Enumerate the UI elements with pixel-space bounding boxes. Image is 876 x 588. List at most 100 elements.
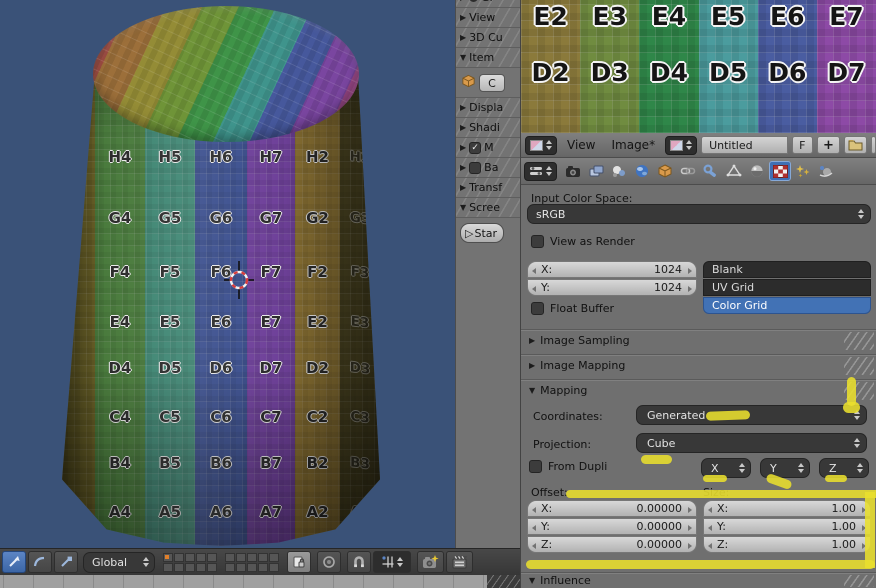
start-capture-button[interactable]: ▷Star [460, 223, 504, 243]
sidebar-item-transf[interactable]: ▶Transf [456, 178, 520, 198]
sidebar-item-3d-cu[interactable]: ▶3D Cu [456, 28, 520, 48]
region-resize-grip[interactable] [487, 575, 520, 588]
view-as-render-checkbox[interactable] [531, 235, 544, 248]
snap-toggle-button[interactable] [347, 551, 371, 573]
offset-field[interactable]: X:0.00000 [527, 500, 697, 517]
layer-cell[interactable] [236, 553, 246, 562]
layer-cell[interactable] [269, 563, 279, 572]
sidebar-item-gr[interactable]: ▶Gr [456, 0, 520, 8]
snap-element-dropdown[interactable] [373, 551, 411, 573]
tab-modifiers[interactable] [700, 161, 722, 181]
tab-constraints[interactable] [677, 161, 699, 181]
tab-render[interactable] [562, 161, 584, 181]
layer-cell[interactable] [247, 553, 257, 562]
layer-cell[interactable] [185, 563, 195, 572]
image-size-field[interactable]: X:1024 [527, 261, 697, 278]
size-field[interactable]: X:1.00 [703, 500, 871, 517]
layers-group-2[interactable] [225, 553, 279, 572]
panel-image-mapping[interactable]: ▶ Image Mapping [521, 354, 876, 376]
sidebar-item-ba[interactable]: ▶Ba [456, 158, 520, 178]
panel-image-sampling[interactable]: ▶ Image Sampling [521, 329, 876, 351]
proportional-edit-button[interactable] [317, 551, 341, 573]
open-image-button[interactable] [844, 136, 867, 154]
coordinates-dropdown[interactable]: Generated [636, 405, 867, 425]
layer-cell[interactable] [196, 553, 206, 562]
tab-render-layers[interactable] [585, 161, 607, 181]
layer-cell[interactable] [174, 563, 184, 572]
layer-cell[interactable] [269, 553, 279, 562]
size-field[interactable]: Z:1.00 [703, 536, 871, 553]
object-name-field[interactable]: C [479, 74, 505, 92]
tab-material[interactable] [746, 161, 768, 181]
panel-checkbox[interactable] [469, 162, 481, 174]
lock-icon [292, 555, 306, 569]
image-editor-view[interactable]: E2D2E3D3E4D4E5D5E6D6E7D7 [520, 0, 876, 133]
panel-mapping[interactable]: ▼ Mapping [521, 379, 876, 401]
offset-field[interactable]: Y:0.00000 [527, 518, 697, 535]
editor-type-selector[interactable] [525, 136, 557, 155]
image-size-field[interactable]: Y:1024 [527, 279, 697, 296]
layer-cell[interactable] [207, 563, 217, 572]
menu-view[interactable]: View [561, 138, 601, 152]
offset-field[interactable]: Z:0.00000 [527, 536, 697, 553]
layer-cell[interactable] [163, 563, 173, 572]
frame-tick [273, 575, 274, 588]
from-dupli-checkbox[interactable] [529, 460, 542, 473]
manipulator-translate-button[interactable] [2, 551, 26, 573]
layer-cell[interactable] [225, 563, 235, 572]
manipulator-scale-button[interactable] [54, 551, 78, 573]
size-field[interactable]: Y:1.00 [703, 518, 871, 535]
layers-group-1[interactable] [163, 553, 217, 572]
generated-type-blank[interactable]: Blank [703, 261, 871, 278]
frame-tick [423, 575, 424, 588]
field-value: 1024 [654, 263, 682, 276]
float-buffer-checkbox[interactable] [531, 302, 544, 315]
sidebar-item-shadi[interactable]: ▶Shadi [456, 118, 520, 138]
render-opengl-button[interactable] [417, 551, 444, 573]
image-name-field[interactable]: Untitled [701, 136, 788, 154]
color-space-dropdown[interactable]: sRGB [527, 204, 871, 224]
sidebar-item-displa[interactable]: ▶Displa [456, 98, 520, 118]
layer-cell[interactable] [185, 553, 195, 562]
editor-type-selector[interactable] [524, 162, 557, 181]
layer-cell[interactable] [247, 563, 257, 572]
tab-object-data[interactable] [723, 161, 745, 181]
timeline-strip[interactable] [0, 575, 520, 588]
sidebar-item-view[interactable]: ▶View [456, 8, 520, 28]
tab-particles[interactable] [792, 161, 814, 181]
layer-cell[interactable] [196, 563, 206, 572]
generated-type-color-grid[interactable]: Color Grid [703, 297, 871, 314]
lock-to-scene-button[interactable] [287, 551, 311, 573]
new-image-button[interactable]: + [817, 136, 840, 154]
image-datablock-selector[interactable] [665, 136, 697, 155]
axis-dropdown-x[interactable]: X [701, 458, 751, 478]
axis-dropdown-y[interactable]: Y [760, 458, 810, 478]
sidebar-item-m[interactable]: ▶✓M [456, 138, 520, 158]
layer-cell[interactable] [174, 553, 184, 562]
panel-influence[interactable]: ▼ Influence [521, 572, 876, 588]
tab-texture[interactable] [769, 161, 791, 181]
fake-user-button[interactable]: F [792, 136, 813, 154]
menu-image[interactable]: Image* [605, 138, 661, 152]
generated-type-uv-grid[interactable]: UV Grid [703, 279, 871, 296]
layer-cell[interactable] [163, 553, 173, 562]
axis-dropdown-z[interactable]: Z [819, 458, 869, 478]
panel-checkbox[interactable]: ✓ [469, 142, 481, 154]
projection-dropdown[interactable]: Cube [636, 433, 867, 453]
layer-cell[interactable] [207, 553, 217, 562]
transform-orientation-dropdown[interactable]: Global [83, 552, 155, 573]
layer-cell[interactable] [225, 553, 235, 562]
manipulator-rotate-button[interactable] [28, 551, 52, 573]
3d-viewport[interactable]: H4H5H6H7H2H3G4G5G6G7G2G3F4F5F6F7F2F3E4E5… [0, 0, 520, 548]
sidebar-item-scree[interactable]: ▼Scree [456, 198, 520, 218]
layer-cell[interactable] [258, 553, 268, 562]
unpack-button-partial[interactable] [871, 136, 876, 154]
tab-scene[interactable] [608, 161, 630, 181]
tab-physics[interactable] [815, 161, 837, 181]
tab-world[interactable] [631, 161, 653, 181]
layer-cell[interactable] [258, 563, 268, 572]
tab-object[interactable] [654, 161, 676, 181]
sidebar-item-item[interactable]: ▼Item [456, 48, 520, 68]
render-opengl-animation-button[interactable] [446, 551, 473, 573]
layer-cell[interactable] [236, 563, 246, 572]
